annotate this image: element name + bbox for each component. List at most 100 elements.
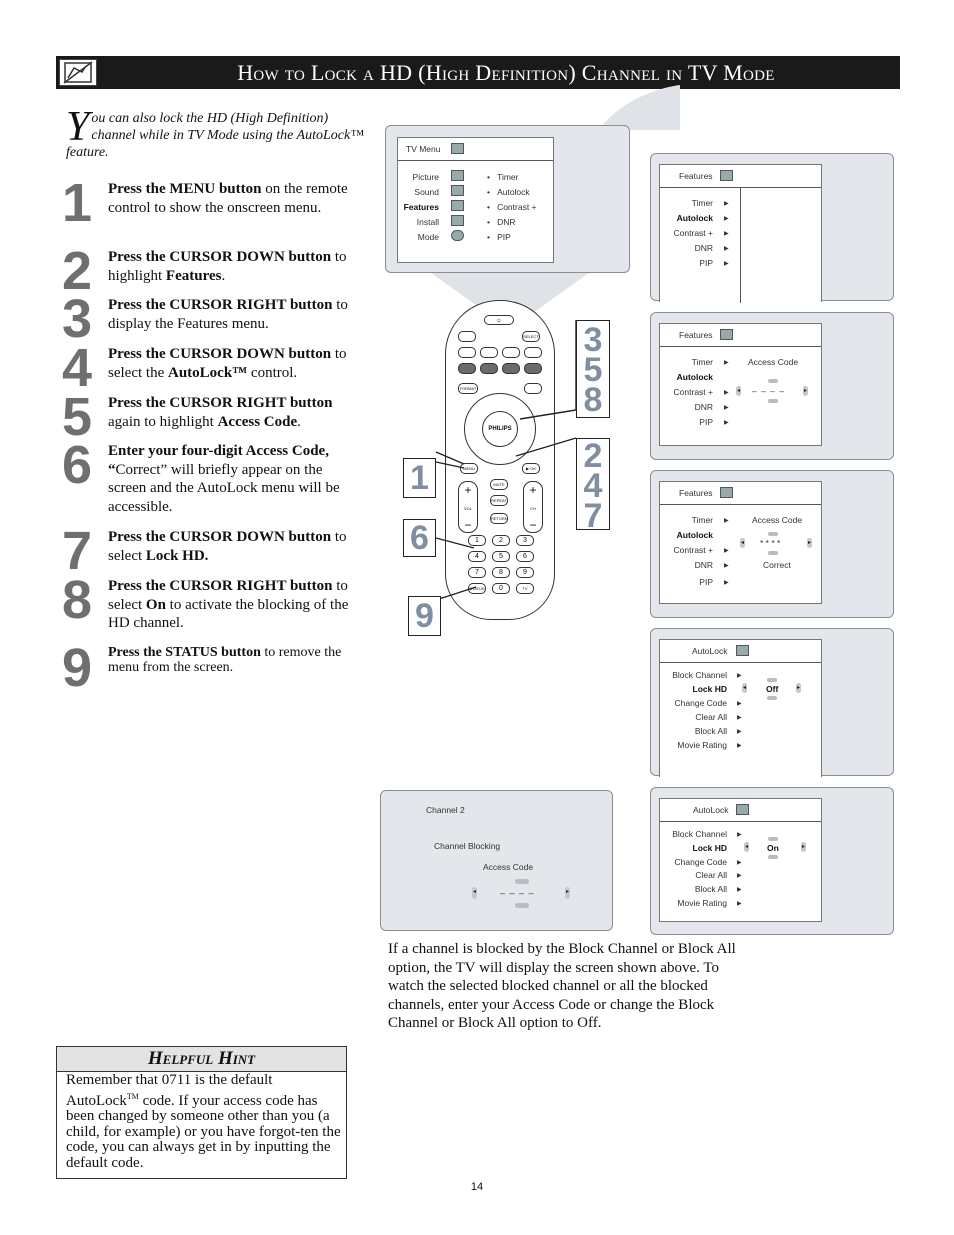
step-text: Press the CURSOR DOWN button to highligh…	[108, 249, 347, 284]
access-code-field[interactable]: * * * *	[760, 538, 780, 548]
menu-title: Features	[679, 488, 713, 498]
tv-menu-panel: TV Menu Picture Sound Features Install M…	[385, 125, 630, 273]
menu-item-dnr[interactable]: DNR	[695, 560, 713, 570]
access-code-field[interactable]: – – – –	[500, 888, 535, 898]
menu-item-autolock[interactable]: Autolock	[677, 530, 713, 540]
menu-item-sound[interactable]: Sound	[414, 187, 439, 197]
intro-paragraph: You can also lock the HD (High Definitio…	[66, 104, 366, 161]
menu-item-timer[interactable]: Timer	[692, 357, 713, 367]
arrow-left-icon: ◂	[472, 887, 477, 899]
arrow-right-icon: ▶	[724, 216, 729, 222]
menu-item-install[interactable]: Install	[417, 217, 439, 227]
step-text: Enter your four-digit Access Code, “Corr…	[108, 443, 340, 515]
menu-item-movie-rating[interactable]: Movie Rating	[677, 740, 727, 750]
step-text: Press the CURSOR DOWN button to select t…	[108, 346, 347, 381]
menu-item-timer[interactable]: Timer	[692, 198, 713, 208]
arrow-right-icon: ▸	[803, 386, 808, 396]
arrow-left-icon: ◂	[740, 538, 745, 548]
menu-item-autolock[interactable]: Autolock	[677, 372, 713, 382]
callout-number: 2 4 7	[583, 437, 603, 535]
menu-item-contrast[interactable]: Contrast +	[674, 228, 713, 238]
cursor-down-icon	[515, 903, 529, 908]
callout-step-1: 1	[403, 458, 436, 498]
menu-item-pip[interactable]: PIP	[699, 417, 713, 427]
menu-item-change-code[interactable]: Change Code	[675, 857, 727, 867]
menu-item-contrast[interactable]: Contrast +	[674, 387, 713, 397]
arrow-right-icon: ▶	[724, 201, 729, 207]
menu-item-dnr[interactable]: DNR	[695, 402, 713, 412]
step-text: Press the STATUS button to remove the me…	[108, 645, 342, 675]
features-icon	[720, 329, 733, 340]
autolock-panel-on: AutoLock Block Channel Lock HD Change Co…	[650, 787, 894, 935]
callout-steps-358: 3 5 8	[576, 320, 610, 418]
arrow-right-icon: ▶	[724, 580, 729, 586]
step-text: Press the CURSOR RIGHT button to display…	[108, 297, 348, 332]
channel-label: Channel 2	[426, 805, 465, 815]
features-panel-1: Features Timer Autolock Contrast + DNR P…	[650, 153, 894, 303]
cursor-down-icon	[768, 399, 778, 403]
cursor-down-icon	[767, 696, 777, 700]
menu-item-autolock[interactable]: Autolock	[677, 213, 713, 223]
menu-item-movie-rating[interactable]: Movie Rating	[677, 898, 727, 908]
cursor-up-icon	[768, 379, 778, 383]
arrow-right-icon: ▸	[801, 842, 806, 852]
menu-item-block-channel[interactable]: Block Channel	[672, 670, 727, 680]
arrow-right-icon: ▶	[724, 261, 729, 267]
step-number: 1	[62, 173, 92, 233]
page-number: 14	[470, 1181, 484, 1193]
features-panel-3: Features Timer Autolock Contrast + DNR P…	[650, 470, 894, 618]
features-menu: Features Timer Autolock Contrast + DNR P…	[659, 481, 822, 604]
install-icon	[451, 215, 464, 226]
features-icon	[720, 170, 733, 181]
menu-item-block-all[interactable]: Block All	[695, 726, 727, 736]
features-menu: Features Timer Autolock Contrast + DNR P…	[659, 164, 822, 303]
callout-number: 1	[410, 459, 429, 497]
menu-item-timer[interactable]: Timer	[692, 515, 713, 525]
drop-cap: Y	[66, 104, 90, 150]
access-code-field[interactable]: – – – –	[752, 386, 785, 396]
menu-item-lock-hd[interactable]: Lock HD	[693, 843, 727, 853]
arrow-right-icon: ▶	[737, 832, 742, 838]
menu-item-clear-all[interactable]: Clear All	[695, 870, 727, 880]
menu-title: Features	[679, 171, 713, 181]
autolock-icon	[736, 645, 749, 656]
arrow-left-icon: ◂	[736, 386, 741, 396]
tv-menu-icon	[451, 143, 464, 154]
autolock-panel-off: AutoLock Block Channel Lock HD Change Co…	[650, 628, 894, 777]
step-text: Press the CURSOR DOWN button to select L…	[108, 529, 347, 564]
lock-hd-value[interactable]: On	[767, 843, 779, 853]
menu-item-clear-all[interactable]: Clear All	[695, 712, 727, 722]
menu-item-mode[interactable]: Mode	[418, 232, 439, 242]
menu-item-block-all[interactable]: Block All	[695, 884, 727, 894]
menu-item-lock-hd[interactable]: Lock HD	[693, 684, 727, 694]
sound-icon	[451, 185, 464, 196]
features-panel-2: Features Timer Autolock Contrast + DNR P…	[650, 312, 894, 460]
menu-item-block-channel[interactable]: Block Channel	[672, 829, 727, 839]
arrow-right-icon: ▶	[737, 729, 742, 735]
menu-item-dnr[interactable]: DNR	[695, 243, 713, 253]
menu-item-pip[interactable]: PIP	[699, 577, 713, 587]
step-text: Press the CURSOR RIGHT button again to h…	[108, 395, 333, 430]
arrow-right-icon: ▶	[737, 701, 742, 707]
menu-item-change-code[interactable]: Change Code	[675, 698, 727, 708]
menu-item-contrast[interactable]: Contrast +	[674, 545, 713, 555]
access-code-label: Access Code	[752, 515, 803, 525]
submenu-item: • Contrast +	[487, 202, 537, 212]
menu-item-pip[interactable]: PIP	[699, 258, 713, 268]
lock-hd-value[interactable]: Off	[766, 684, 778, 694]
features-icon	[451, 200, 464, 211]
menu-item-picture[interactable]: Picture	[413, 172, 439, 182]
column-divider	[740, 187, 741, 303]
cursor-up-icon	[768, 837, 778, 841]
arrow-right-icon: ▶	[724, 390, 729, 396]
arrow-right-icon: ▶	[737, 673, 742, 679]
submenu-item: • Timer	[487, 172, 519, 182]
access-code-label: Access Code	[483, 862, 534, 872]
autolock-menu: AutoLock Block Channel Lock HD Change Co…	[659, 639, 822, 777]
callout-step-6: 6	[403, 519, 436, 557]
arrow-right-icon: ▶	[724, 405, 729, 411]
tv-menu: TV Menu Picture Sound Features Install M…	[397, 137, 554, 263]
arrow-right-icon: ▶	[737, 901, 742, 907]
menu-item-features[interactable]: Features	[404, 202, 439, 212]
arrow-right-icon: ▶	[724, 518, 729, 524]
